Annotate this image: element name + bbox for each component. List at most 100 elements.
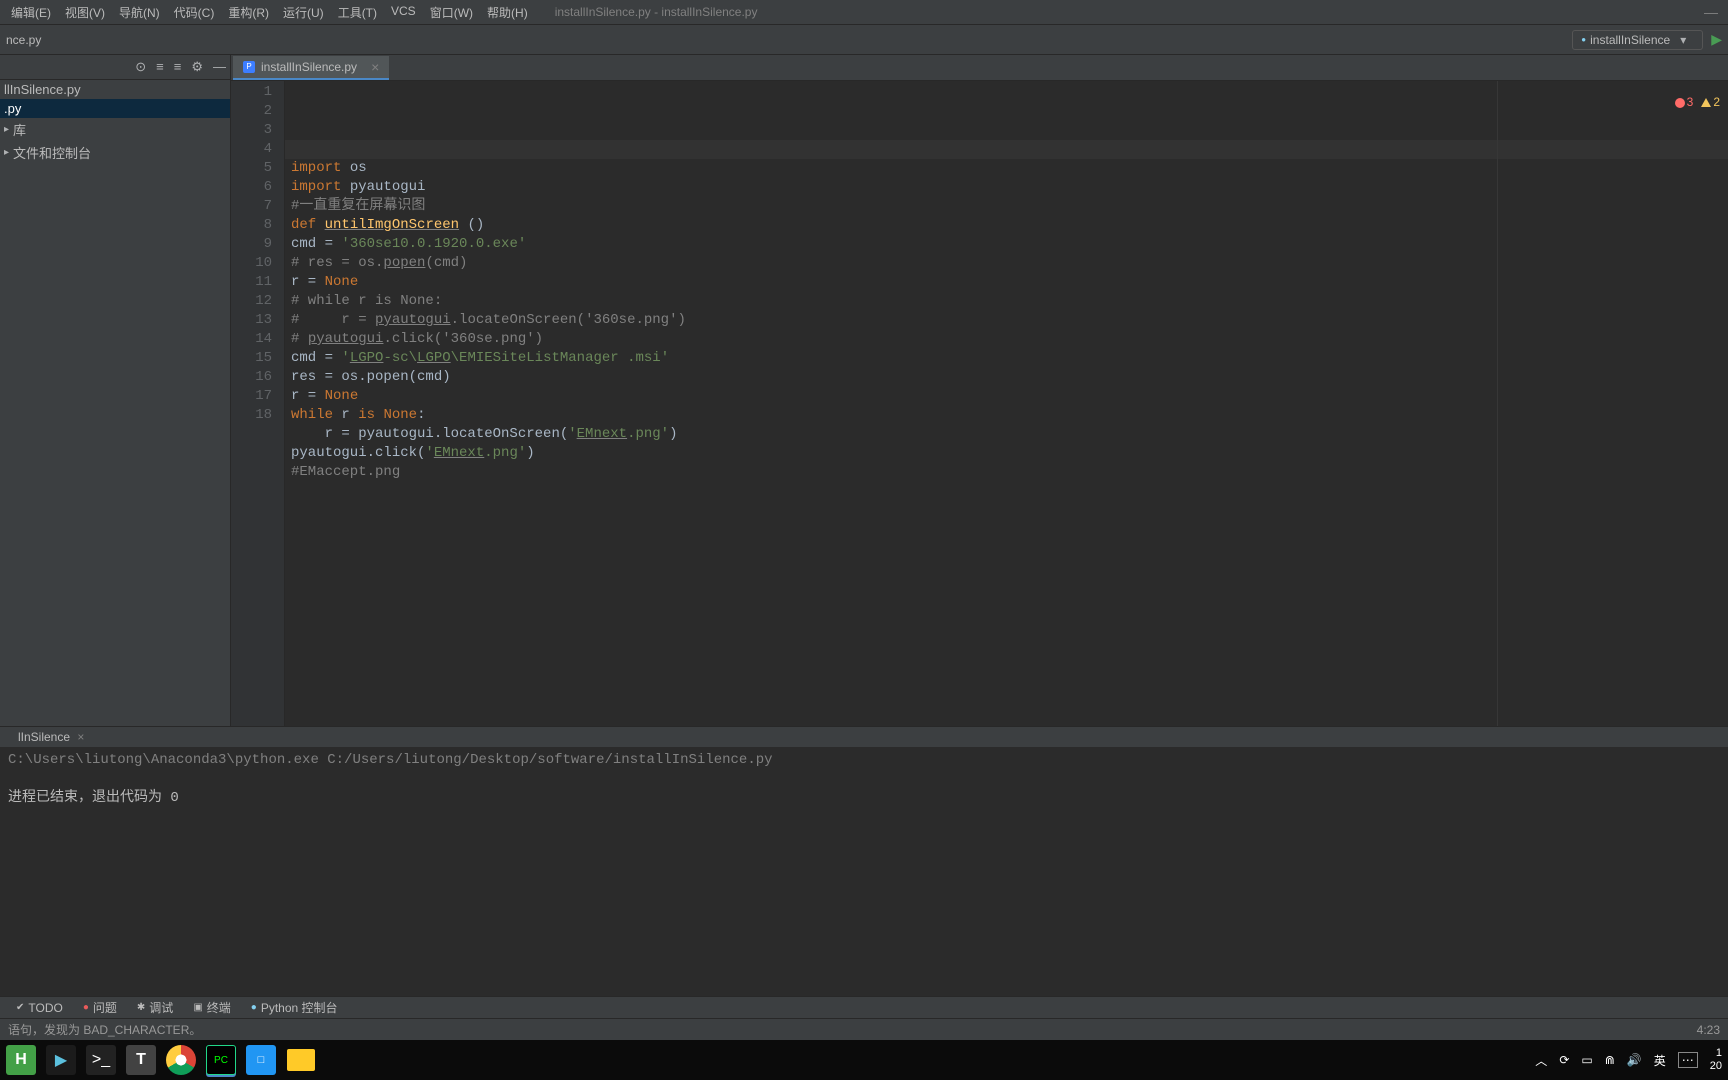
gutter[interactable]: 123456789101112131415161718 [231,81,285,726]
editor-panel: P installInSilence.py × 1234567891011121… [231,55,1728,726]
tray-clock[interactable]: 1 20 [1710,1047,1722,1073]
python-icon: ● [1581,35,1586,44]
tree-scratches-label: 文件和控制台 [13,143,91,162]
tree-libs-label: 库 [13,120,26,139]
editor-tab-active[interactable]: P installInSilence.py × [233,56,389,80]
taskbar-vm-icon[interactable]: □ [246,1045,276,1075]
run-command-line: C:\Users\liutong\Anaconda3\python.exe C:… [8,752,773,768]
current-line-highlight [285,140,1728,159]
collapse-icon[interactable]: ≡ [174,59,182,75]
menu-view[interactable]: 视图(V) [58,1,112,24]
code-row: 123456789101112131415161718 import osimp… [231,81,1728,726]
bug-icon: ✱ [137,1002,145,1013]
tree-root[interactable]: llInSilence.py [0,80,230,99]
taskbar-app-terminal[interactable]: >_ [86,1045,116,1075]
nav-bar: nce.py ● installInSilence ▾ ▶ [0,25,1728,55]
tray-wifi-icon[interactable]: ⋒ [1605,1053,1615,1067]
menu-run[interactable]: 运行(U) [276,1,331,24]
menu-refactor[interactable]: 重构(R) [221,1,276,24]
tree-file-label: .py [4,101,21,116]
code-lines: import osimport pyautogui#一直重复在屏幕识图def u… [291,159,1728,501]
taskbar-app-h[interactable]: H [6,1045,36,1075]
project-header: ⊙ ≡ ≡ ⚙ — [0,55,230,80]
project-header-tools: ⊙ ≡ ≡ ⚙ — [135,59,226,75]
taskbar: H ▶ >_ T PC □ ︿ ⟳ ▭ ⋒ 🔊 英 ⋯ 1 20 [0,1040,1728,1080]
warning-indicator[interactable]: 2 [1701,93,1720,112]
window-title: installInSilence.py - installInSilence.p… [555,5,758,19]
menu-vcs[interactable]: VCS [384,1,423,24]
menu-tools[interactable]: 工具(T) [331,1,384,24]
close-icon[interactable]: × [77,730,84,744]
status-bar: 语句，发现为 BAD_CHARACTER。 4:23 [0,1018,1728,1040]
tool-problems-label: 问题 [93,999,117,1016]
terminal-icon: ▣ [193,1002,202,1013]
taskbar-app-media[interactable]: ▶ [46,1045,76,1075]
tool-debug[interactable]: ✱调试 [129,998,181,1017]
main-layout: ⊙ ≡ ≡ ⚙ — llInSilence.py .py ▸ 库 ▸ 文件和控制… [0,55,1728,726]
minimize-icon[interactable]: — [1704,4,1718,20]
status-cursor-pos[interactable]: 4:23 [1697,1023,1720,1037]
nav-right: ● installInSilence ▾ ▶ [1572,30,1722,50]
tree-libs[interactable]: ▸ 库 [0,118,230,141]
tray-sync-icon[interactable]: ⟳ [1559,1053,1569,1067]
tray-chevron-up-icon[interactable]: ︿ [1535,1052,1547,1069]
tray-battery-icon[interactable]: ▭ [1581,1053,1592,1067]
warning-count: 2 [1713,93,1720,112]
tray-more-icon[interactable]: ⋯ [1678,1052,1698,1068]
chevron-right-icon: ▸ [4,147,9,158]
error-indicator[interactable]: 3 [1675,93,1694,112]
editor-tab-bar: P installInSilence.py × [231,55,1728,81]
tray-time: 1 [1716,1047,1722,1059]
error-icon [1675,98,1685,108]
breadcrumb[interactable]: nce.py [6,33,41,47]
tool-todo[interactable]: ✔TODO [8,1000,71,1016]
system-tray: ︿ ⟳ ▭ ⋒ 🔊 英 ⋯ 1 20 [1535,1047,1722,1073]
tool-terminal-label: 终端 [207,999,231,1016]
tool-pyconsole[interactable]: ●Python 控制台 [243,998,346,1017]
menu-help[interactable]: 帮助(H) [480,1,535,24]
menu-nav[interactable]: 导航(N) [112,1,167,24]
hide-icon[interactable]: — [213,59,226,75]
taskbar-explorer-icon[interactable] [286,1045,316,1075]
run-tool-tab-bar: lInSilence × [0,727,1728,747]
taskbar-chrome-icon[interactable] [166,1045,196,1075]
python-icon: ● [251,1002,257,1013]
todo-icon: ✔ [16,1002,24,1013]
taskbar-pycharm-icon[interactable]: PC [206,1045,236,1075]
menu-code[interactable]: 代码(C) [167,1,222,24]
run-button[interactable]: ▶ [1711,31,1722,48]
run-config-label: installInSilence [1590,33,1670,47]
problems-icon: ● [83,1002,89,1013]
run-tool-tab-label: lInSilence [18,730,70,744]
python-file-icon: P [243,61,255,73]
locate-icon[interactable]: ⊙ [135,59,146,75]
tree-file-selected[interactable]: .py [0,99,230,118]
gear-icon[interactable]: ⚙ [191,59,203,75]
menu-window[interactable]: 窗口(W) [423,1,480,24]
menu-bar: 编辑(E) 视图(V) 导航(N) 代码(C) 重构(R) 运行(U) 工具(T… [0,0,1728,25]
expand-icon[interactable]: ≡ [156,59,164,75]
editor-tab-label: installInSilence.py [261,60,357,74]
inspection-indicators[interactable]: 3 2 [1675,93,1720,112]
project-tree[interactable]: llInSilence.py .py ▸ 库 ▸ 文件和控制台 [0,80,230,726]
run-tool-tab[interactable]: lInSilence × [8,728,94,746]
tray-volume-icon[interactable]: 🔊 [1627,1053,1642,1067]
menu-edit[interactable]: 编辑(E) [4,1,58,24]
close-icon[interactable]: × [371,59,379,75]
run-exit-message: 进程已结束，退出代码为 0 [8,790,179,806]
tool-terminal[interactable]: ▣ 终端 [185,998,238,1017]
run-config-selector[interactable]: ● installInSilence ▾ [1572,30,1703,50]
tree-scratches[interactable]: ▸ 文件和控制台 [0,141,230,164]
code-area[interactable]: import osimport pyautogui#一直重复在屏幕识图def u… [285,81,1728,726]
run-tool-window: lInSilence × C:\Users\liutong\Anaconda3\… [0,726,1728,996]
folder-icon [287,1049,315,1071]
status-message: 语句，发现为 BAD_CHARACTER。 [8,1021,201,1038]
run-console[interactable]: C:\Users\liutong\Anaconda3\python.exe C:… [0,747,1728,996]
project-panel: ⊙ ≡ ≡ ⚙ — llInSilence.py .py ▸ 库 ▸ 文件和控制… [0,55,231,726]
tree-root-label: llInSilence.py [4,82,81,97]
window-controls: — [1704,4,1728,20]
taskbar-app-t[interactable]: T [126,1045,156,1075]
tool-problems[interactable]: ● 问题 [75,998,125,1017]
tray-ime[interactable]: 英 [1654,1052,1666,1069]
error-count: 3 [1687,93,1694,112]
